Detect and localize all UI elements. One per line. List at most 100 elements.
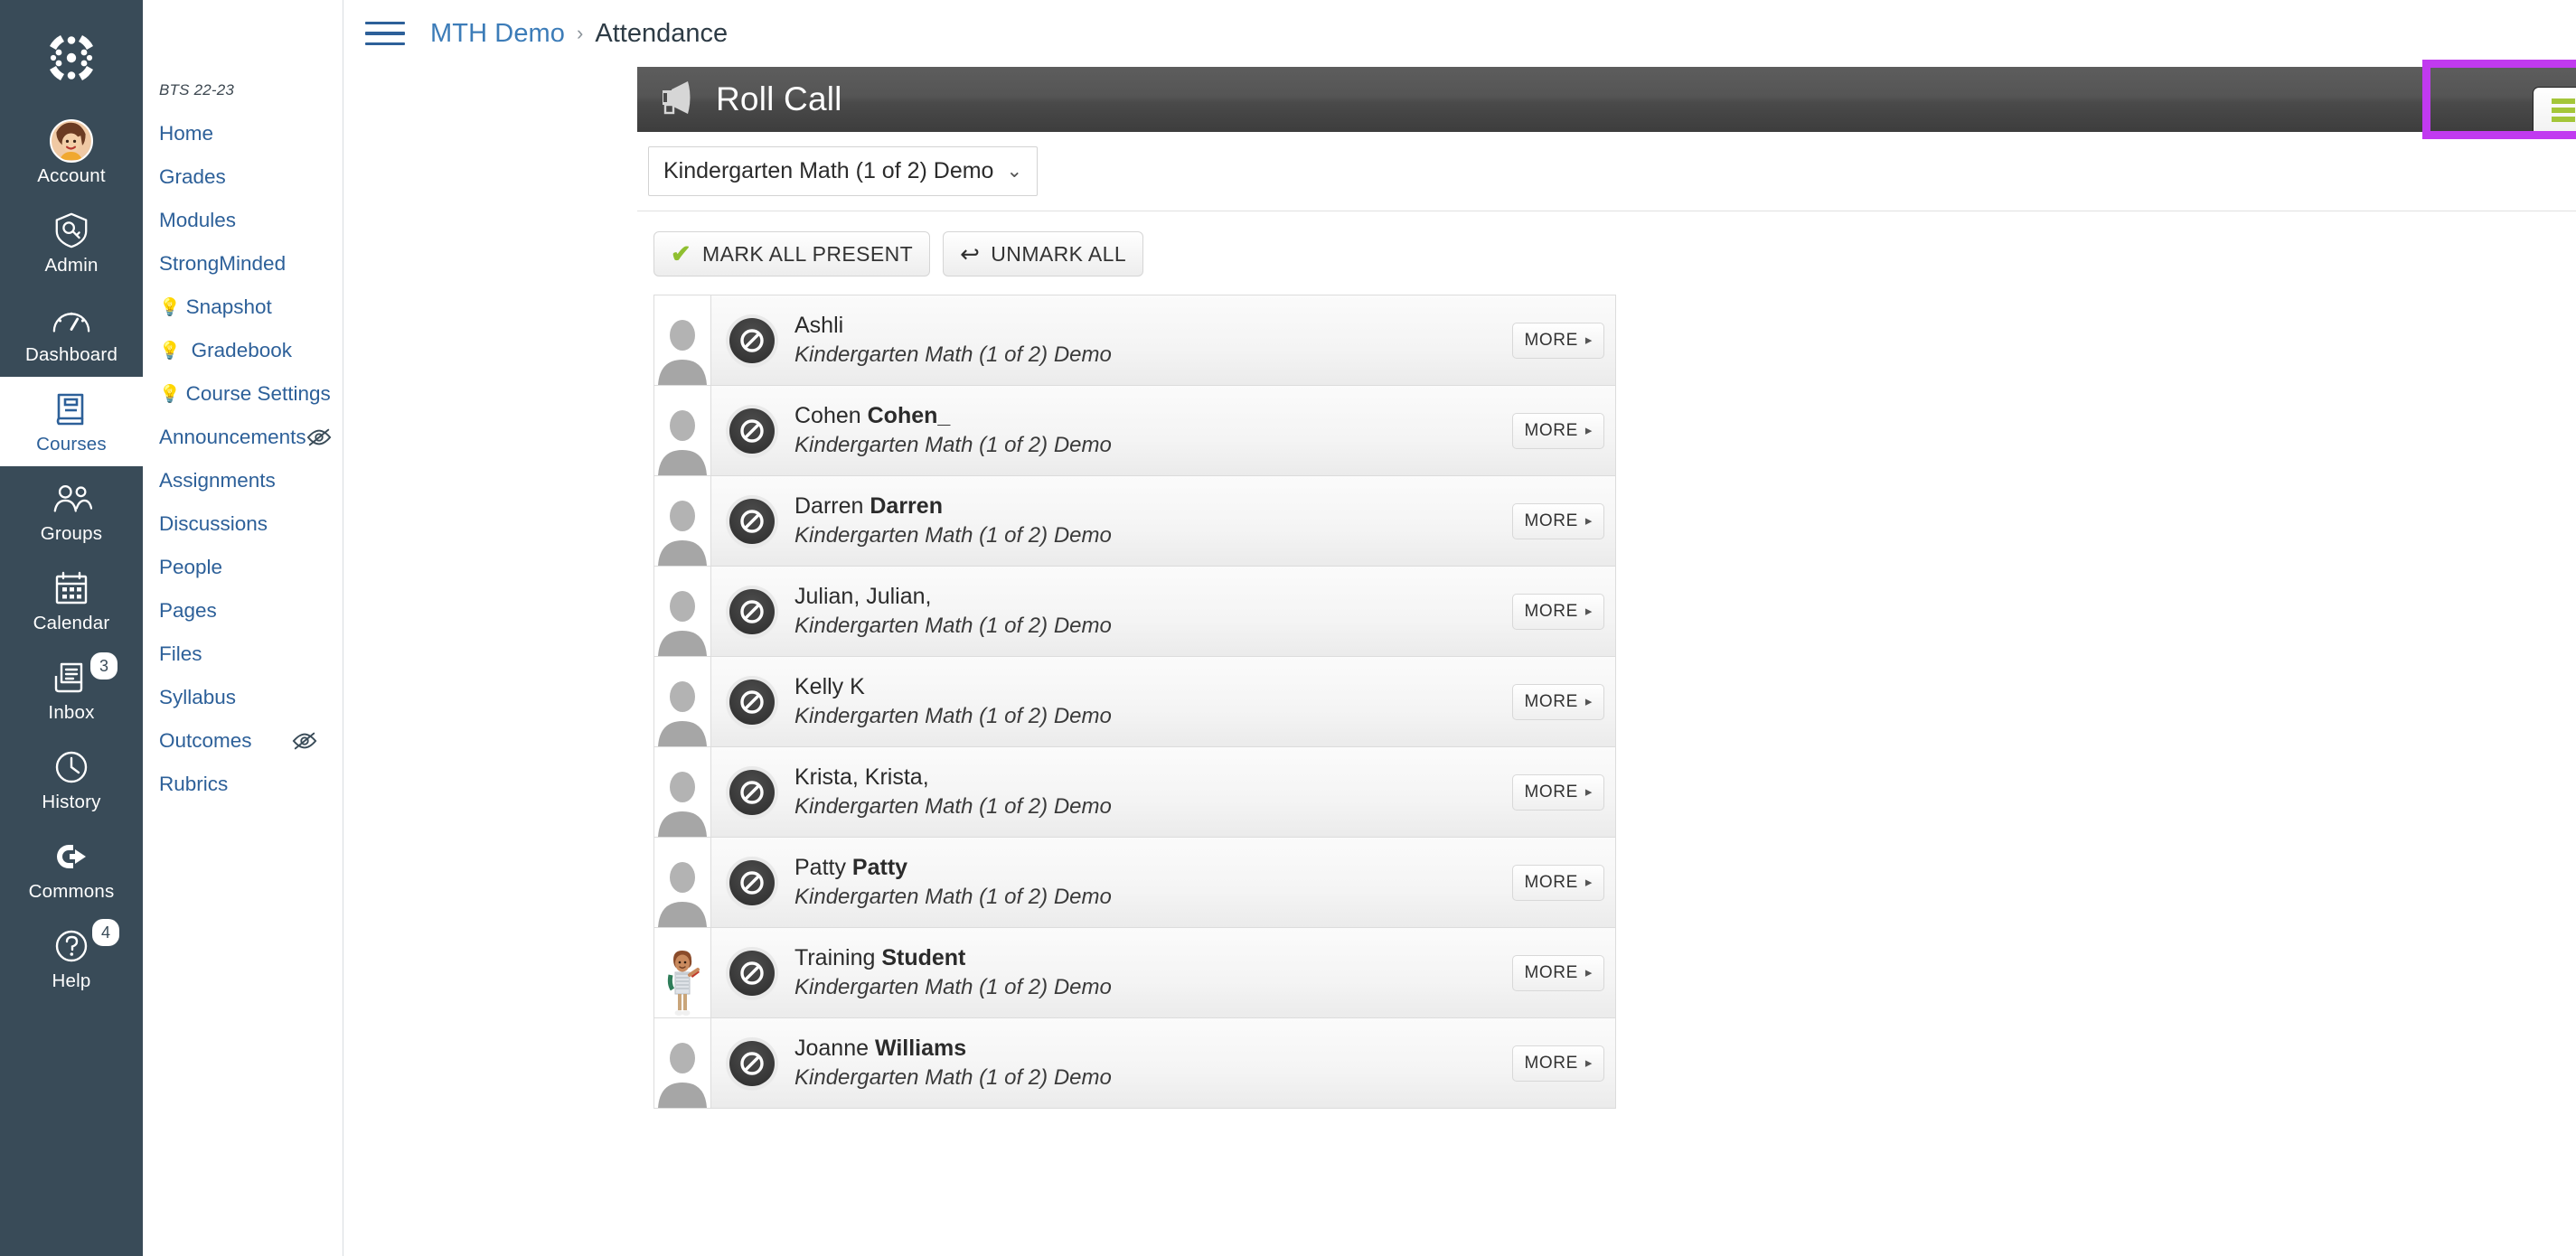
caret-right-icon: ▸	[1584, 965, 1593, 980]
student-section: Kindergarten Math (1 of 2) Demo	[794, 704, 1112, 728]
course-nav-item-strongminded[interactable]: StrongMinded	[143, 242, 343, 286]
course-nav-label[interactable]: Assignments	[159, 468, 276, 493]
mark-all-present-button[interactable]: ✔ MARK ALL PRESENT	[653, 231, 931, 277]
rollcall-app: Roll Call LIST CLASS	[637, 60, 2576, 1256]
course-nav-label[interactable]: Modules	[159, 208, 236, 233]
more-button[interactable]: MORE ▸	[1512, 593, 1604, 630]
course-nav-item-snapshot[interactable]: 💡 Snapshot	[143, 286, 343, 329]
table-row[interactable]: Krista, Krista, Kindergarten Math (1 of 2…	[654, 747, 1615, 838]
course-nav-item-files[interactable]: Files	[143, 633, 343, 676]
course-nav-label[interactable]: Syllabus	[159, 685, 236, 710]
sidebar-item-courses[interactable]: Courses	[0, 377, 143, 466]
student-name: Cohen Cohen_	[794, 403, 951, 428]
course-nav-item-people[interactable]: People	[143, 546, 343, 589]
course-nav-item-discussions[interactable]: Discussions	[143, 502, 343, 546]
more-button[interactable]: MORE ▸	[1512, 773, 1604, 811]
table-row[interactable]: Julian, Julian, Kindergarten Math (1 of 2…	[654, 567, 1615, 657]
course-nav-label[interactable]: Files	[159, 642, 202, 667]
course-nav-label[interactable]: Rubrics	[159, 772, 228, 797]
table-row[interactable]: Training Student Kindergarten Math (1 of …	[654, 928, 1615, 1018]
table-row[interactable]: Ashli Kindergarten Math (1 of 2) Demo MORE…	[654, 295, 1615, 386]
table-row[interactable]: Cohen Cohen_ Kindergarten Math (1 of 2) D…	[654, 386, 1615, 476]
course-nav-label[interactable]: People	[159, 555, 222, 580]
course-nav-item-outcomes[interactable]: Outcomes	[143, 719, 343, 763]
course-nav-item-announcements[interactable]: Announcements	[143, 416, 343, 459]
more-button[interactable]: MORE ▸	[1512, 1045, 1604, 1082]
course-nav-label[interactable]: Course Settings	[186, 381, 331, 407]
sidebar-item-label: Inbox	[48, 702, 95, 723]
more-label: MORE	[1524, 511, 1578, 530]
course-nav-item-home[interactable]: Home	[143, 112, 343, 155]
course-nav-item-gradebook[interactable]: 💡 Gradebook	[143, 329, 343, 372]
rollcall-toolbar: Kindergarten Math (1 of 2) Demo ⌄ ◀ MON …	[637, 132, 2576, 211]
sidebar-item-account[interactable]: Account	[0, 108, 143, 198]
course-nav-item-rubrics[interactable]: Rubrics	[143, 763, 343, 806]
breadcrumb-course-link[interactable]: MTH Demo	[430, 19, 565, 49]
attendance-status-toggle[interactable]	[729, 679, 775, 725]
more-button[interactable]: MORE ▸	[1512, 412, 1604, 449]
sidebar-item-groups[interactable]: Groups	[0, 466, 143, 556]
course-nav-item-course-settings[interactable]: 💡 Course Settings	[143, 372, 343, 416]
course-nav-item-pages[interactable]: Pages	[143, 589, 343, 633]
course-nav-label[interactable]: Grades	[159, 164, 226, 190]
more-button[interactable]: MORE ▸	[1512, 954, 1604, 991]
course-select[interactable]: Kindergarten Math (1 of 2) Demo ⌄	[648, 146, 1039, 196]
sidebar-item-label: History	[42, 792, 101, 812]
table-row[interactable]: Kelly K Kindergarten Math (1 of 2) Demo MO…	[654, 657, 1615, 747]
course-nav-label[interactable]: StrongMinded	[159, 251, 286, 277]
sidebar-item-help[interactable]: 4 Help	[0, 914, 143, 1003]
student-name: Julian, Julian,	[794, 584, 932, 609]
course-nav-item-assignments[interactable]: Assignments	[143, 459, 343, 502]
table-row[interactable]: Patty Patty Kindergarten Math (1 of 2) De…	[654, 838, 1615, 928]
course-nav-label[interactable]: Home	[159, 121, 213, 146]
sidebar-item-dashboard[interactable]: Dashboard	[0, 287, 143, 377]
attendance-status-toggle[interactable]	[729, 408, 775, 454]
student-name: Patty Patty	[794, 855, 908, 880]
caret-right-icon: ▸	[1584, 604, 1593, 619]
course-nav-item-grades[interactable]: Grades	[143, 155, 343, 199]
course-nav-label[interactable]: Pages	[159, 598, 217, 623]
unmark-all-label: UNMARK ALL	[991, 241, 1127, 266]
more-button[interactable]: MORE ▸	[1512, 864, 1604, 901]
course-nav-label[interactable]: Outcomes	[159, 728, 252, 754]
attendance-status-toggle[interactable]	[729, 588, 775, 634]
attendance-status-toggle[interactable]	[729, 859, 775, 905]
more-button[interactable]: MORE ▸	[1512, 502, 1604, 539]
student-row-body: Cohen Cohen_ Kindergarten Math (1 of 2) D…	[710, 386, 1615, 475]
table-row[interactable]: Darren Darren Kindergarten Math (1 of 2) …	[654, 476, 1615, 567]
chevron-down-icon: ⌄	[1006, 161, 1023, 182]
more-button[interactable]: MORE ▸	[1512, 683, 1604, 720]
student-name: Joanne Williams	[794, 1036, 967, 1061]
course-nav-label[interactable]: Announcements	[159, 425, 306, 450]
course-nav-label[interactable]: Snapshot	[186, 295, 272, 320]
sidebar-item-history[interactable]: History	[0, 735, 143, 824]
sidebar-item-admin[interactable]: Admin	[0, 198, 143, 287]
attendance-status-toggle[interactable]	[729, 317, 775, 363]
attendance-status-toggle[interactable]	[729, 1040, 775, 1086]
unmark-all-button[interactable]: ↩ UNMARK ALL	[943, 231, 1144, 277]
course-nav-label[interactable]: Discussions	[159, 511, 268, 537]
sidebar-item-commons[interactable]: Commons	[0, 824, 143, 914]
course-nav-item-syllabus[interactable]: Syllabus	[143, 676, 343, 719]
avatar	[50, 119, 93, 163]
lightbulb-icon: 💡	[159, 297, 181, 317]
table-row[interactable]: Joanne Williams Kindergarten Math (1 of 2…	[654, 1018, 1615, 1109]
tab-list[interactable]: LIST	[2532, 87, 2576, 132]
more-button[interactable]: MORE ▸	[1512, 322, 1604, 359]
mark-all-present-label: MARK ALL PRESENT	[702, 241, 914, 266]
attendance-status-toggle[interactable]	[729, 769, 775, 815]
caret-right-icon: ▸	[1584, 333, 1593, 348]
canvas-logo-icon[interactable]	[0, 7, 143, 108]
attendance-status-toggle[interactable]	[729, 950, 775, 996]
course-nav-item-modules[interactable]: Modules	[143, 199, 343, 242]
more-label: MORE	[1524, 872, 1578, 892]
student-row-body: Kelly K Kindergarten Math (1 of 2) Demo MO…	[710, 657, 1615, 746]
sidebar-item-inbox[interactable]: 3 Inbox	[0, 645, 143, 735]
avatar	[654, 476, 710, 566]
student-info: Kelly K Kindergarten Math (1 of 2) Demo	[794, 674, 1112, 729]
sidebar-item-calendar[interactable]: Calendar	[0, 556, 143, 645]
attendance-status-toggle[interactable]	[729, 498, 775, 544]
avatar	[654, 657, 710, 746]
course-nav-label[interactable]: Gradebook	[186, 338, 292, 363]
hamburger-menu-icon[interactable]	[365, 21, 405, 46]
